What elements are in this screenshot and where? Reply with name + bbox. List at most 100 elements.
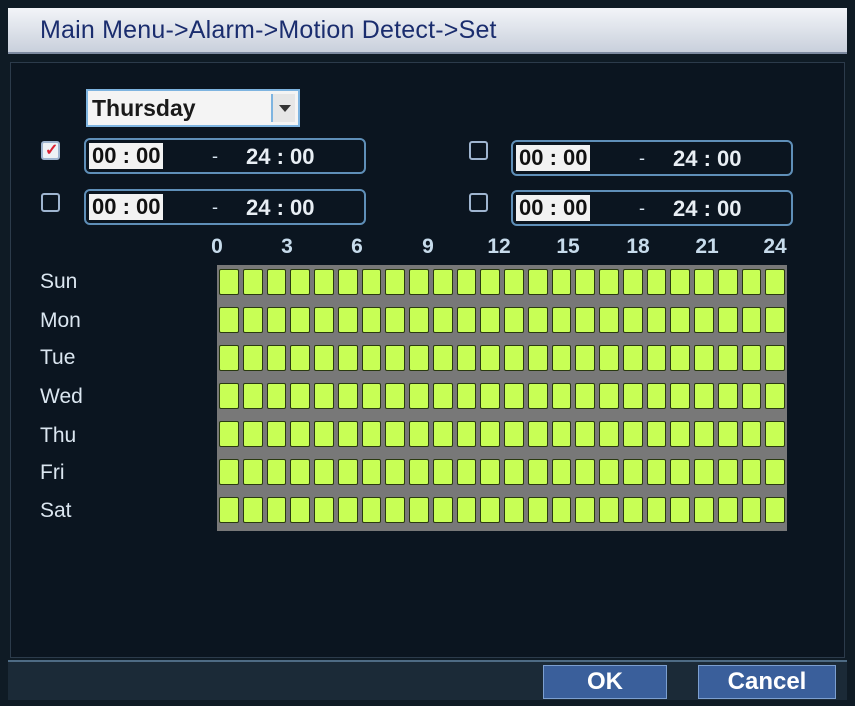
schedule-cell[interactable]: [765, 497, 785, 523]
schedule-cell[interactable]: [599, 383, 619, 409]
schedule-cell[interactable]: [551, 459, 572, 485]
schedule-cell[interactable]: [242, 307, 263, 333]
schedule-cell[interactable]: [599, 307, 619, 333]
schedule-cell[interactable]: [717, 497, 738, 523]
schedule-cell[interactable]: [694, 269, 714, 295]
schedule-cell[interactable]: [314, 307, 334, 333]
schedule-cell[interactable]: [504, 269, 524, 295]
schedule-cell[interactable]: [242, 345, 263, 371]
schedule-cell[interactable]: [622, 459, 643, 485]
period-2-time-field[interactable]: 00 : 00 - 24 : 00: [511, 140, 793, 176]
period-4-time-field[interactable]: 00 : 00 - 24 : 00: [511, 190, 793, 226]
schedule-cell[interactable]: [622, 497, 643, 523]
schedule-cell[interactable]: [622, 269, 643, 295]
schedule-cell[interactable]: [504, 421, 524, 447]
schedule-cell[interactable]: [266, 383, 287, 409]
schedule-cell[interactable]: [646, 459, 667, 485]
schedule-cell[interactable]: [670, 421, 690, 447]
schedule-cell[interactable]: [290, 307, 310, 333]
period-3-time-field[interactable]: 00 : 00 - 24 : 00: [84, 189, 366, 225]
schedule-cell[interactable]: [622, 383, 643, 409]
schedule-cell[interactable]: [432, 269, 453, 295]
schedule-cell[interactable]: [575, 307, 595, 333]
schedule-cell[interactable]: [337, 307, 358, 333]
schedule-cell[interactable]: [575, 497, 595, 523]
period-2-checkbox[interactable]: [469, 141, 488, 160]
period-4-checkbox[interactable]: [469, 193, 488, 212]
schedule-cell[interactable]: [527, 421, 548, 447]
schedule-cell[interactable]: [432, 307, 453, 333]
schedule-cell[interactable]: [337, 421, 358, 447]
schedule-cell[interactable]: [266, 307, 287, 333]
schedule-cell[interactable]: [741, 383, 762, 409]
schedule-cell[interactable]: [694, 345, 714, 371]
schedule-cell[interactable]: [385, 269, 405, 295]
period-1-start[interactable]: 00 : 00: [92, 143, 161, 169]
schedule-cell[interactable]: [456, 345, 477, 371]
schedule-cell[interactable]: [480, 459, 500, 485]
schedule-cell[interactable]: [599, 421, 619, 447]
schedule-cell[interactable]: [741, 269, 762, 295]
schedule-cell[interactable]: [670, 459, 690, 485]
schedule-cell[interactable]: [670, 497, 690, 523]
schedule-cell[interactable]: [290, 421, 310, 447]
schedule-cell[interactable]: [456, 269, 477, 295]
schedule-cell[interactable]: [599, 269, 619, 295]
schedule-cell[interactable]: [314, 383, 334, 409]
schedule-cell[interactable]: [551, 497, 572, 523]
schedule-cell[interactable]: [385, 421, 405, 447]
schedule-cell[interactable]: [622, 307, 643, 333]
schedule-cell[interactable]: [765, 421, 785, 447]
schedule-cell[interactable]: [456, 383, 477, 409]
schedule-cell[interactable]: [385, 459, 405, 485]
period-3-checkbox[interactable]: [41, 193, 60, 212]
schedule-grid[interactable]: [217, 265, 787, 531]
schedule-cell[interactable]: [765, 383, 785, 409]
schedule-cell[interactable]: [314, 421, 334, 447]
schedule-cell[interactable]: [575, 421, 595, 447]
schedule-cell[interactable]: [361, 383, 382, 409]
schedule-cell[interactable]: [504, 459, 524, 485]
schedule-cell[interactable]: [314, 459, 334, 485]
schedule-cell[interactable]: [385, 497, 405, 523]
schedule-cell[interactable]: [290, 383, 310, 409]
schedule-cell[interactable]: [480, 269, 500, 295]
day-select[interactable]: Thursday: [86, 89, 300, 127]
schedule-cell[interactable]: [717, 421, 738, 447]
schedule-cell[interactable]: [361, 497, 382, 523]
period-2-start[interactable]: 00 : 00: [519, 145, 588, 171]
schedule-cell[interactable]: [741, 497, 762, 523]
schedule-cell[interactable]: [409, 497, 429, 523]
schedule-cell[interactable]: [456, 307, 477, 333]
schedule-cell[interactable]: [456, 459, 477, 485]
schedule-cell[interactable]: [409, 307, 429, 333]
schedule-cell[interactable]: [337, 459, 358, 485]
schedule-cell[interactable]: [504, 497, 524, 523]
schedule-cell[interactable]: [219, 345, 239, 371]
schedule-cell[interactable]: [385, 307, 405, 333]
schedule-cell[interactable]: [765, 459, 785, 485]
schedule-cell[interactable]: [765, 307, 785, 333]
schedule-cell[interactable]: [290, 345, 310, 371]
schedule-cell[interactable]: [646, 383, 667, 409]
schedule-cell[interactable]: [717, 383, 738, 409]
schedule-cell[interactable]: [219, 383, 239, 409]
schedule-cell[interactable]: [242, 269, 263, 295]
schedule-cell[interactable]: [361, 307, 382, 333]
schedule-cell[interactable]: [432, 421, 453, 447]
schedule-cell[interactable]: [480, 421, 500, 447]
schedule-cell[interactable]: [361, 345, 382, 371]
period-1-end[interactable]: 24 : 00: [246, 144, 315, 170]
schedule-cell[interactable]: [219, 459, 239, 485]
schedule-cell[interactable]: [432, 497, 453, 523]
schedule-cell[interactable]: [670, 269, 690, 295]
period-2-end[interactable]: 24 : 00: [673, 146, 742, 172]
schedule-cell[interactable]: [670, 307, 690, 333]
schedule-cell[interactable]: [694, 459, 714, 485]
schedule-cell[interactable]: [527, 383, 548, 409]
schedule-cell[interactable]: [504, 383, 524, 409]
schedule-cell[interactable]: [290, 497, 310, 523]
schedule-cell[interactable]: [432, 459, 453, 485]
schedule-cell[interactable]: [741, 345, 762, 371]
schedule-cell[interactable]: [361, 269, 382, 295]
